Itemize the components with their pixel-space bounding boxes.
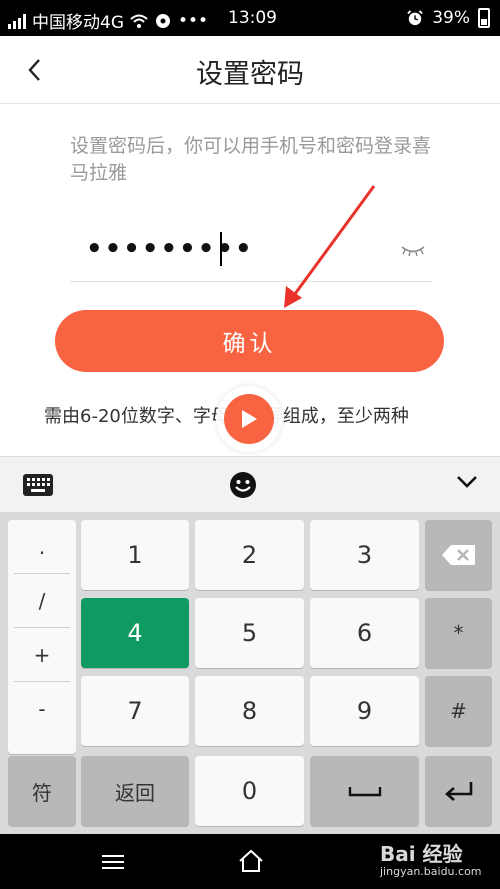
annotation-arrow: [284, 185, 376, 308]
menu-icon[interactable]: [101, 854, 125, 870]
status-right: 39%: [406, 8, 490, 28]
symbol-column: . / + -: [8, 520, 76, 754]
play-icon: [242, 410, 257, 428]
status-left: 中国移动4G •••: [8, 8, 208, 33]
video-play-button[interactable]: [216, 386, 282, 452]
key-1[interactable]: 1: [81, 520, 189, 590]
emoji-icon[interactable]: [229, 471, 257, 499]
backspace-icon: [441, 545, 475, 565]
page-title: 设置密码: [196, 59, 304, 90]
key-symbol[interactable]: /: [14, 574, 70, 628]
return-button[interactable]: 返回: [81, 756, 189, 826]
text-caret: [220, 232, 222, 266]
space-icon: [348, 787, 381, 797]
chevron-down-icon[interactable]: [456, 475, 478, 489]
key-3[interactable]: 3: [310, 520, 419, 590]
clock: 13:09: [228, 8, 277, 28]
key-2[interactable]: 2: [195, 520, 304, 590]
alarm-icon: [407, 10, 423, 26]
home-icon[interactable]: [238, 849, 264, 873]
watermark-brand: Bai 经验: [380, 842, 463, 866]
key-symbol[interactable]: +: [14, 628, 70, 682]
key-symbol[interactable]: .: [14, 520, 70, 574]
space-button[interactable]: [310, 756, 419, 826]
delete-button[interactable]: [425, 520, 492, 590]
watermark-url: jingyan.baidu.com: [380, 865, 482, 878]
more-notifications-icon: •••: [178, 10, 209, 31]
key-9[interactable]: 9: [310, 676, 419, 746]
signal-icon: [8, 13, 26, 29]
message-icon: [156, 13, 170, 28]
keyboard-toolbar: [0, 456, 500, 512]
key-5[interactable]: 5: [195, 598, 304, 668]
carrier-label: 中国移动4G: [32, 13, 124, 33]
battery-percent: 39%: [432, 8, 470, 28]
baidu-watermark: Bai 经验 jingyan.baidu.com: [380, 838, 482, 878]
key-0[interactable]: 0: [195, 756, 304, 826]
hint-text: 设置密码后，你可以用手机号和密码登录喜马拉雅: [70, 135, 432, 184]
symbols-button[interactable]: 符: [8, 756, 76, 826]
eye-closed-icon[interactable]: [400, 240, 426, 260]
key-symbol[interactable]: -: [14, 682, 70, 736]
key-4[interactable]: 4: [81, 598, 189, 668]
key-star[interactable]: *: [425, 598, 492, 668]
enter-button[interactable]: [425, 756, 492, 826]
enter-icon: [444, 782, 472, 801]
numeric-keyboard: . / + - 1 2 3 4 5 6 * 7 8 9 # 符 返回 0: [0, 512, 500, 834]
key-8[interactable]: 8: [195, 676, 304, 746]
confirm-button[interactable]: 确认: [55, 310, 444, 372]
status-bar: 中国移动4G ••• 13:09 39%: [0, 0, 500, 36]
wifi-icon: [130, 14, 148, 28]
header: 设置密码: [0, 36, 500, 104]
key-hash[interactable]: #: [425, 676, 492, 746]
key-6[interactable]: 6: [310, 598, 419, 668]
keyboard-icon[interactable]: [22, 473, 54, 497]
battery-icon: [478, 8, 490, 28]
password-value: •••••••••: [86, 234, 254, 264]
key-7[interactable]: 7: [81, 676, 189, 746]
